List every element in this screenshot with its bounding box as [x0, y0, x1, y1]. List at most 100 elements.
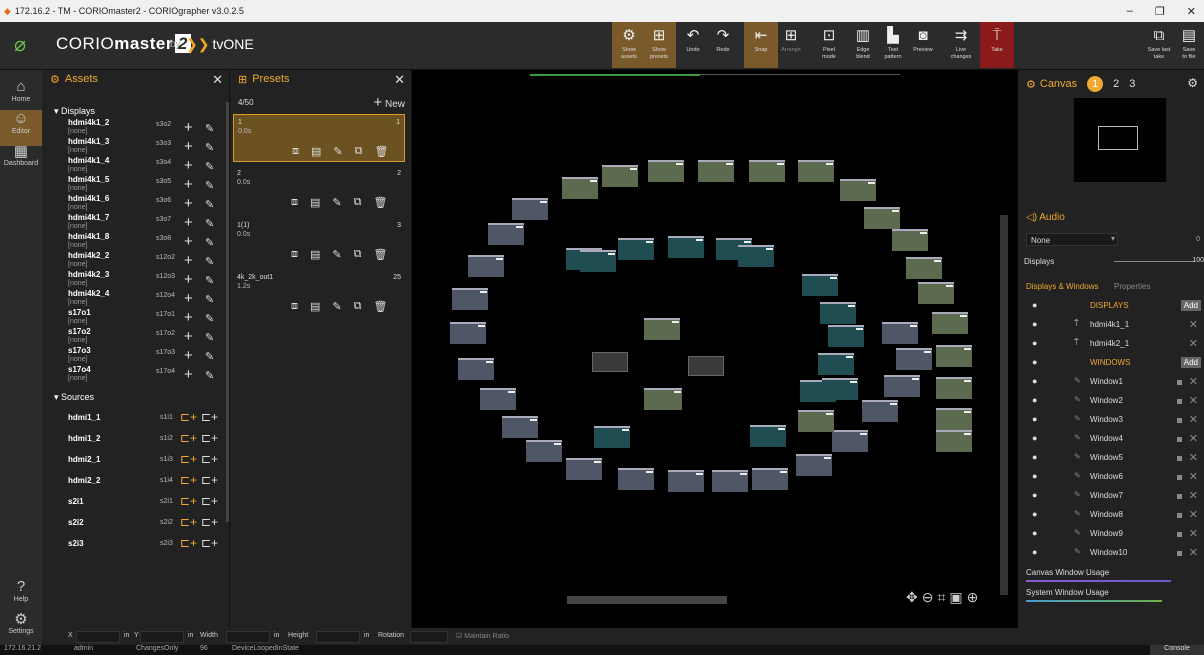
display-tile[interactable]: [594, 426, 630, 448]
window-tile[interactable]: [592, 352, 628, 372]
eye-icon[interactable]: ●: [1032, 547, 1037, 557]
display-item[interactable]: hdmi4k1_3 [none] s3o3 + ✎: [42, 137, 229, 156]
add-display-icon[interactable]: +: [184, 366, 193, 383]
y-input[interactable]: [140, 631, 184, 643]
add-source-icon[interactable]: ⊏+: [201, 515, 218, 529]
source-item[interactable]: hdmi2_1 s1i3 ⊏+ ⊏+: [42, 450, 229, 471]
window-row[interactable]: ● ✎ Window10 ✕: [1018, 544, 1204, 563]
preset-card[interactable]: 4k_2k_out1 1.2s 25 ⧈ ▤ ✎ ⧉ 🗑: [233, 270, 405, 318]
display-tile[interactable]: [668, 236, 704, 258]
display-tile[interactable]: [796, 454, 832, 476]
display-item[interactable]: hdmi4k1_5 [none] s3o5 + ✎: [42, 175, 229, 194]
save-to-file-button[interactable]: ▤ Save to file: [1172, 22, 1204, 68]
display-tile[interactable]: [752, 468, 788, 490]
maintain-ratio-checkbox[interactable]: ☑ Maintain Ratio: [456, 632, 509, 640]
display-tile[interactable]: [502, 416, 538, 438]
source-item[interactable]: s2i3 s2i3 ⊏+ ⊏+: [42, 534, 229, 555]
display-item[interactable]: hdmi4k2_2 [none] s12o2 + ✎: [42, 251, 229, 270]
pixel-mode-button[interactable]: ⊡ Pixel mode: [812, 22, 846, 68]
eye-icon[interactable]: ●: [1032, 452, 1037, 462]
display-tile[interactable]: [750, 425, 786, 447]
display-tile[interactable]: [820, 302, 856, 324]
eye-icon[interactable]: ●: [1032, 300, 1037, 310]
display-tile[interactable]: [668, 470, 704, 492]
display-tile[interactable]: [602, 165, 638, 187]
preview-button[interactable]: ◙ Preview: [906, 22, 940, 68]
display-tile[interactable]: [712, 470, 748, 492]
display-tile[interactable]: [832, 430, 868, 452]
delete-icon[interactable]: 🗑: [373, 300, 387, 313]
add-window-icon[interactable]: ⊏+: [180, 452, 197, 466]
window-edit-icon[interactable]: ✎: [1074, 452, 1081, 461]
display-tile[interactable]: [918, 282, 954, 304]
displays-section[interactable]: ▾ Displays: [42, 106, 229, 118]
display-tile[interactable]: [798, 160, 834, 182]
delete-icon[interactable]: 🗑: [373, 248, 387, 261]
add-source-icon[interactable]: ⊏+: [201, 536, 218, 550]
display-tile[interactable]: [452, 288, 488, 310]
display-tile[interactable]: [749, 160, 785, 182]
canvas-tab-3[interactable]: 3: [1129, 78, 1135, 90]
close-button[interactable]: ✕: [1187, 5, 1196, 18]
window-edit-icon[interactable]: ✎: [1074, 547, 1081, 556]
add-display-icon[interactable]: +: [184, 157, 193, 174]
add-display-button[interactable]: Add: [1180, 300, 1201, 311]
recall-icon[interactable]: ⧈: [291, 248, 298, 261]
nav-home[interactable]: ⌂ Home: [0, 78, 42, 114]
rotation-input[interactable]: [410, 631, 448, 643]
move-icon[interactable]: ✥: [906, 589, 918, 606]
remove-icon[interactable]: ✕: [1189, 546, 1198, 559]
display-tile[interactable]: [896, 348, 932, 370]
add-display-icon[interactable]: +: [184, 119, 193, 136]
canvas-area[interactable]: ✥ ⊖ ⌗ ▣ ⊕: [412, 70, 1018, 628]
window-edit-icon[interactable]: ✎: [1074, 528, 1081, 537]
source-item[interactable]: s2i2 s2i2 ⊏+ ⊏+: [42, 513, 229, 534]
recall-icon[interactable]: ⧈: [291, 196, 298, 209]
display-tile[interactable]: [698, 160, 734, 182]
window-row[interactable]: ● ✎ Window9 ✕: [1018, 525, 1204, 544]
display-item[interactable]: hdmi4k1_4 [none] s3o4 + ✎: [42, 156, 229, 175]
console-button[interactable]: Console: [1150, 645, 1204, 655]
edit-icon[interactable]: ✎: [332, 248, 341, 261]
edge-blend-button[interactable]: ▥ Edge blend: [846, 22, 880, 68]
window-tile[interactable]: [688, 356, 724, 376]
preset-card[interactable]: 1(1) 0.0s 3 ⧈ ▤ ✎ ⧉ 🗑: [233, 218, 405, 266]
copy-icon[interactable]: ⧉: [354, 196, 362, 209]
window-row[interactable]: ● ✎ Window1 ✕: [1018, 373, 1204, 392]
add-window-icon[interactable]: ⊏+: [180, 515, 197, 529]
display-tile[interactable]: [648, 160, 684, 182]
preset-card[interactable]: 1 0.0s 1 ⧈ ▤ ✎ ⧉ 🗑: [233, 114, 405, 162]
display-row[interactable]: ● ⍑ hdmi4k2_1 ✕: [1018, 335, 1204, 354]
window-edit-icon[interactable]: ✎: [1074, 414, 1081, 423]
remove-icon[interactable]: ✕: [1189, 470, 1198, 483]
display-tile[interactable]: [802, 274, 838, 296]
fit-icon[interactable]: ⌗: [937, 589, 945, 606]
display-tile[interactable]: [580, 250, 616, 272]
edit-icon[interactable]: ✎: [205, 274, 214, 287]
edit-icon[interactable]: ✎: [205, 236, 214, 249]
display-item[interactable]: s17o4 [none] s17o4 + ✎: [42, 365, 229, 384]
eye-icon[interactable]: ●: [1032, 433, 1037, 443]
canvas-tab-2[interactable]: 2: [1113, 78, 1119, 90]
add-window-icon[interactable]: ⊏+: [180, 473, 197, 487]
add-display-icon[interactable]: +: [184, 271, 193, 288]
nav-help[interactable]: ? Help: [0, 578, 42, 614]
test-pattern-button[interactable]: ▙ Test pattern: [876, 22, 910, 68]
copy-icon[interactable]: ⧉: [354, 300, 362, 313]
edit-icon[interactable]: ✎: [205, 293, 214, 306]
display-tile[interactable]: [884, 375, 920, 397]
add-source-icon[interactable]: ⊏+: [201, 431, 218, 445]
nav-editor[interactable]: ☺ Editor: [0, 110, 42, 146]
remove-icon[interactable]: ✕: [1189, 413, 1198, 426]
canvas-tab-1[interactable]: 1: [1087, 76, 1104, 92]
show-presets-button[interactable]: ⊞ Show presets: [642, 22, 676, 68]
nav-dashboard[interactable]: ▦ Dashboard: [0, 142, 42, 178]
recall-icon[interactable]: ⧈: [291, 300, 298, 313]
edit-icon[interactable]: ✎: [205, 217, 214, 230]
assets-close-button[interactable]: ✕: [212, 72, 223, 88]
display-item[interactable]: s17o1 [none] s17o1 + ✎: [42, 308, 229, 327]
preset-card[interactable]: 2 0.0s 2 ⧈ ▤ ✎ ⧉ 🗑: [233, 166, 405, 214]
remove-icon[interactable]: ✕: [1189, 489, 1198, 502]
display-tile[interactable]: [818, 353, 854, 375]
window-row[interactable]: ● ✎ Window4 ✕: [1018, 430, 1204, 449]
